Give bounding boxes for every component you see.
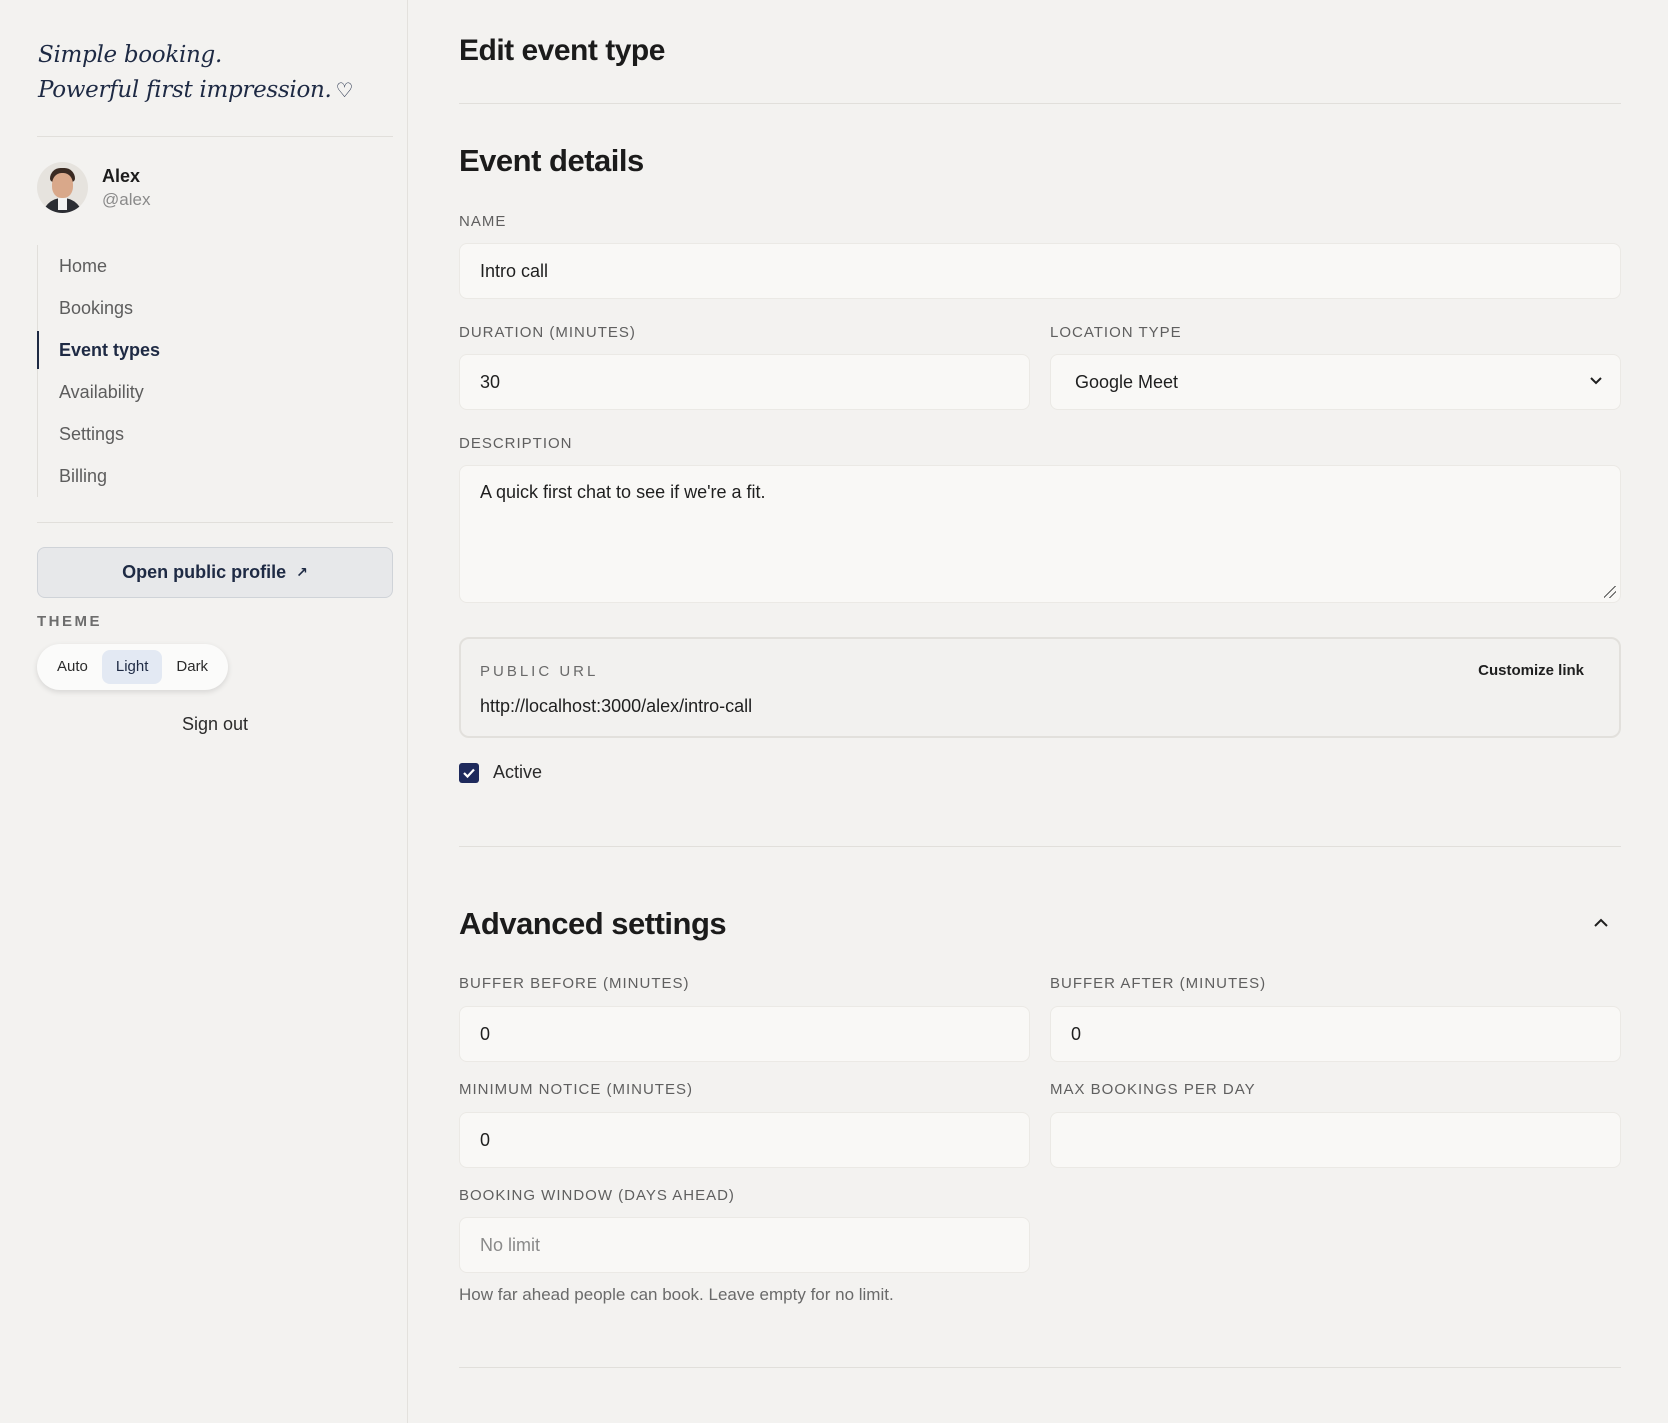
location-type-select[interactable]: Google Meet	[1050, 354, 1621, 410]
user-name: Alex	[102, 165, 141, 186]
buffer-before-input[interactable]: 0	[459, 1006, 1030, 1062]
tagline-line-2: Powerful first impression. ♡	[38, 73, 353, 108]
avatar	[37, 162, 88, 213]
theme-option-light[interactable]: Light	[101, 650, 163, 684]
open-public-profile-label: Open public profile	[122, 562, 287, 582]
theme-label: THEME	[37, 613, 102, 630]
section-divider	[459, 846, 1621, 847]
tagline-line-1: Simple booking.	[38, 42, 222, 68]
sidebar-divider	[37, 136, 393, 137]
brand-tagline: Simple booking. Powerful first impressio…	[38, 38, 353, 108]
heart-icon: ♡	[335, 78, 354, 102]
user-handle: @alex	[102, 189, 151, 209]
sidebar-item-bookings[interactable]: Bookings	[38, 287, 393, 329]
sidebar-divider	[37, 522, 393, 523]
customize-link-button[interactable]: Customize link	[1478, 662, 1584, 679]
tagline-line-2-text: Powerful first impression.	[38, 77, 332, 103]
public-url-card: PUBLIC URL http://localhost:3000/alex/in…	[459, 637, 1621, 738]
check-icon	[463, 768, 475, 778]
theme-switcher: Auto Light Dark	[37, 644, 229, 690]
theme-option-dark[interactable]: Dark	[162, 650, 222, 684]
page-title: Edit event type	[459, 34, 665, 67]
advanced-settings-title: Advanced settings	[459, 906, 727, 941]
minimum-notice-input[interactable]: 0	[459, 1112, 1030, 1168]
sidebar-item-event-types[interactable]: Event types	[37, 329, 393, 371]
sidebar: Simple booking. Powerful first impressio…	[0, 0, 408, 1423]
name-input[interactable]: Intro call	[459, 243, 1621, 299]
location-type-label: LOCATION TYPE	[1050, 324, 1182, 341]
booking-window-input[interactable]: No limit	[459, 1217, 1030, 1273]
description-label: DESCRIPTION	[459, 435, 573, 452]
sign-out-button[interactable]: Sign out	[37, 714, 393, 735]
duration-label: DURATION (MINUTES)	[459, 324, 636, 341]
theme-option-auto[interactable]: Auto	[43, 650, 102, 684]
booking-window-label: BOOKING WINDOW (DAYS AHEAD)	[459, 1187, 735, 1204]
resize-handle-icon[interactable]	[1604, 586, 1616, 598]
external-link-icon: ↗	[296, 564, 308, 580]
duration-input[interactable]: 30	[459, 354, 1030, 410]
location-type-value: Google Meet	[1075, 371, 1179, 392]
minimum-notice-label: MINIMUM NOTICE (MINUTES)	[459, 1081, 693, 1098]
buffer-after-label: BUFFER AFTER (MINUTES)	[1050, 975, 1267, 992]
open-public-profile-button[interactable]: Open public profile ↗	[37, 547, 393, 598]
buffer-before-label: BUFFER BEFORE (MINUTES)	[459, 975, 690, 992]
booking-window-help: How far ahead people can book. Leave emp…	[459, 1285, 894, 1304]
max-bookings-input[interactable]	[1050, 1112, 1621, 1168]
active-label: Active	[493, 762, 543, 782]
max-bookings-label: MAX BOOKINGS PER DAY	[1050, 1081, 1256, 1098]
name-label: NAME	[459, 213, 507, 230]
sidebar-nav: Home Bookings Event types Availability S…	[37, 245, 393, 497]
section-divider	[459, 1367, 1621, 1368]
user-card: Alex @alex	[37, 162, 150, 213]
buffer-after-input[interactable]: 0	[1050, 1006, 1621, 1062]
sidebar-item-billing[interactable]: Billing	[38, 455, 393, 497]
public-url-value: http://localhost:3000/alex/intro-call	[480, 696, 753, 716]
active-toggle-row: Active	[459, 762, 542, 783]
sidebar-item-home[interactable]: Home	[38, 245, 393, 287]
description-value: A quick first chat to see if we're a fit…	[480, 482, 766, 502]
header-divider	[459, 103, 1621, 104]
active-checkbox[interactable]	[459, 762, 479, 783]
description-textarea[interactable]: A quick first chat to see if we're a fit…	[459, 465, 1621, 603]
public-url-label: PUBLIC URL	[480, 663, 599, 680]
sidebar-item-settings[interactable]: Settings	[38, 413, 393, 455]
chevron-down-icon	[1588, 372, 1604, 393]
chevron-up-icon[interactable]	[1591, 913, 1611, 933]
sidebar-item-availability[interactable]: Availability	[38, 371, 393, 413]
event-details-title: Event details	[459, 143, 644, 178]
